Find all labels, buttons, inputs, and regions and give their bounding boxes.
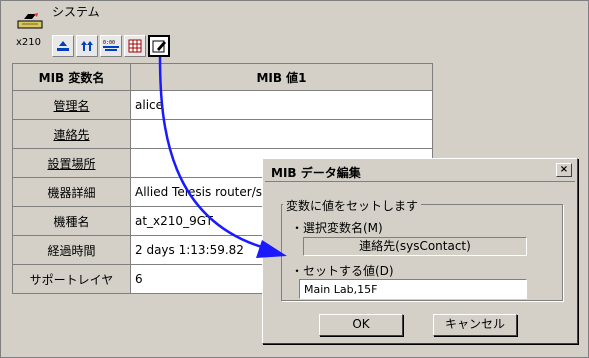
interface-button[interactable]: 0:00	[100, 35, 122, 57]
header-mib-name[interactable]: MIB 変数名	[12, 63, 131, 91]
selected-variable-field: 連絡先(sysContact)	[303, 237, 527, 256]
dialog-title: MIB データ編集	[271, 166, 361, 180]
table-header-row: MIB 変数名 MIB 値1	[12, 63, 433, 91]
edit-button[interactable]	[148, 35, 170, 57]
set-value-label: ・セットする値(D)	[291, 264, 394, 278]
selected-variable-label: ・選択変数名(M)	[291, 221, 383, 235]
svg-text:0:00: 0:00	[103, 40, 115, 46]
row-name: 機器詳細	[12, 177, 131, 207]
ok-button[interactable]: OK	[319, 314, 403, 336]
table-row[interactable]: 連絡先	[12, 119, 433, 149]
mib-edit-dialog: MIB データ編集 × 変数に値をセットします ・選択変数名(M) 連絡先(sy…	[262, 158, 578, 344]
row-name: 機種名	[12, 206, 131, 236]
row-name-link[interactable]: 連絡先	[53, 128, 89, 142]
switch-device-icon: x210	[14, 12, 46, 48]
dialog-titlebar[interactable]: MIB データ編集 ×	[265, 161, 575, 182]
close-button[interactable]: ×	[556, 163, 572, 177]
upload-button[interactable]	[76, 35, 98, 57]
group-label: 変数に値をセットします	[283, 197, 422, 214]
row-name[interactable]: 管理名	[12, 90, 131, 120]
close-icon: ×	[559, 164, 569, 175]
page-title: システム	[52, 5, 100, 19]
edit-icon	[152, 40, 166, 53]
header-mib-value[interactable]: MIB 値1	[130, 63, 433, 91]
row-name[interactable]: 設置場所	[12, 148, 131, 178]
refresh-icon	[57, 41, 69, 51]
cancel-button[interactable]: キャンセル	[433, 314, 517, 336]
row-value	[130, 119, 433, 149]
row-name: サポートレイヤ	[12, 264, 131, 294]
row-name: 経過時間	[12, 235, 131, 265]
row-name-link[interactable]: 管理名	[53, 99, 89, 113]
interface-icon: 0:00	[103, 40, 119, 51]
upload-icon	[81, 41, 93, 51]
row-name[interactable]: 連絡先	[12, 119, 131, 149]
row-name-link[interactable]: 設置場所	[47, 157, 95, 171]
set-value-input[interactable]	[299, 279, 527, 299]
device-label: x210	[16, 37, 42, 48]
table-view-icon	[128, 39, 142, 53]
refresh-button[interactable]	[52, 35, 74, 57]
row-value: alice	[130, 90, 433, 120]
table-view-button[interactable]	[124, 35, 146, 57]
table-row[interactable]: 管理名 alice	[12, 90, 433, 120]
